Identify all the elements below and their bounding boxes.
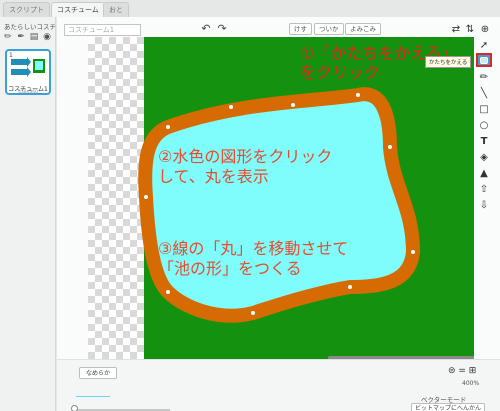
costume-preview-icon xyxy=(11,57,45,77)
reshape-button[interactable] xyxy=(476,53,492,67)
path-control-point xyxy=(411,250,415,254)
tab-scripts[interactable]: スクリプト xyxy=(3,2,50,17)
fill-icon[interactable]: ◈ xyxy=(477,151,491,164)
back-layer-icon[interactable]: ⇩ xyxy=(477,199,491,212)
forward-layer-icon[interactable]: ⇧ xyxy=(477,183,491,196)
annotation-step3-line2: 「池の形」をつくる xyxy=(158,259,302,278)
import-folder-icon[interactable]: ▤ xyxy=(29,32,39,42)
select-icon[interactable]: ➚ xyxy=(477,39,491,52)
tab-costumes[interactable]: コスチューム xyxy=(51,2,105,17)
add-button[interactable]: ついか xyxy=(314,23,344,35)
paint-brush-icon[interactable]: ✏ xyxy=(3,32,13,42)
pencil-icon[interactable]: ✏ xyxy=(477,71,491,84)
flip-vertical-icon[interactable]: ⇅ xyxy=(463,23,477,36)
ellipse-icon[interactable]: ○ xyxy=(477,119,491,132)
tool-options-panel: なめらか ⊜ = ⊞ 400% ベクターモード ビットマップにへんかん xyxy=(57,359,500,411)
stamp-icon[interactable]: ▲ xyxy=(477,167,491,180)
line-color-sample xyxy=(76,396,110,397)
pencil-icon[interactable]: ✒ xyxy=(16,32,26,42)
reshape-icon xyxy=(480,57,488,64)
paint-editor-window: スクリプト コスチューム おと あたらしいコスチューム: ✏ ✒ ▤ ◉ 1 コ… xyxy=(0,0,500,411)
annotation-step2-line2: して、丸を表示 xyxy=(158,167,269,186)
path-control-point xyxy=(348,285,352,289)
path-control-point xyxy=(144,195,148,199)
tab-sounds[interactable]: おと xyxy=(103,2,129,17)
pond-shape xyxy=(138,87,420,323)
redo-icon[interactable]: ↷ xyxy=(216,23,228,35)
zoom-level-label: 400% xyxy=(462,380,480,387)
reshape-tooltip: かたちをかえる xyxy=(425,56,472,68)
annotation-step1-line2: をクリック xyxy=(300,63,381,82)
costume-size-label: 458x360 xyxy=(18,90,38,95)
path-control-point xyxy=(356,93,360,97)
annotation-step3-line1: ③線の「丸」を移動させて xyxy=(158,239,349,258)
set-center-icon[interactable]: ⊕ xyxy=(478,23,492,36)
annotation-step2-line1: ②水色の図形をクリック xyxy=(158,147,333,166)
rectangle-icon[interactable]: □ xyxy=(477,103,491,116)
path-control-point xyxy=(251,311,255,315)
import-button[interactable]: よみこみ xyxy=(345,23,381,35)
drawing-canvas[interactable] xyxy=(88,37,474,359)
tab-bar: スクリプト コスチューム おと xyxy=(0,0,500,17)
costume-name-input[interactable] xyxy=(64,24,141,36)
zoom-controls[interactable]: ⊜ = ⊞ xyxy=(448,366,476,376)
smooth-button[interactable]: なめらか xyxy=(79,367,118,379)
pond-drawing xyxy=(138,37,474,359)
costume-list-panel: あたらしいコスチューム: ✏ ✒ ▤ ◉ 1 コスチューム1 458x360 xyxy=(0,17,78,411)
line-icon[interactable]: ╲ xyxy=(477,87,491,100)
flip-horizontal-icon[interactable]: ⇄ xyxy=(449,23,463,36)
path-control-point xyxy=(166,290,170,294)
paint-editor: ↶ ↷ けす ついか よみこみ ⇄ ⇅ ⊕ xyxy=(57,17,500,411)
path-control-point xyxy=(229,105,233,109)
undo-icon[interactable]: ↶ xyxy=(200,23,212,35)
line-width-slider-knob[interactable] xyxy=(71,405,78,411)
path-control-point xyxy=(388,145,392,149)
convert-to-bitmap-button[interactable]: ビットマップにへんかん xyxy=(411,403,486,411)
costume-thumbnail[interactable]: 1 コスチューム1 458x360 xyxy=(5,49,51,95)
camera-icon[interactable]: ◉ xyxy=(42,32,52,42)
path-control-point xyxy=(166,125,170,129)
path-control-point xyxy=(291,103,295,107)
text-icon[interactable]: T xyxy=(477,135,491,148)
new-costume-tools: ✏ ✒ ▤ ◉ xyxy=(3,32,52,42)
clear-button[interactable]: けす xyxy=(289,23,312,35)
